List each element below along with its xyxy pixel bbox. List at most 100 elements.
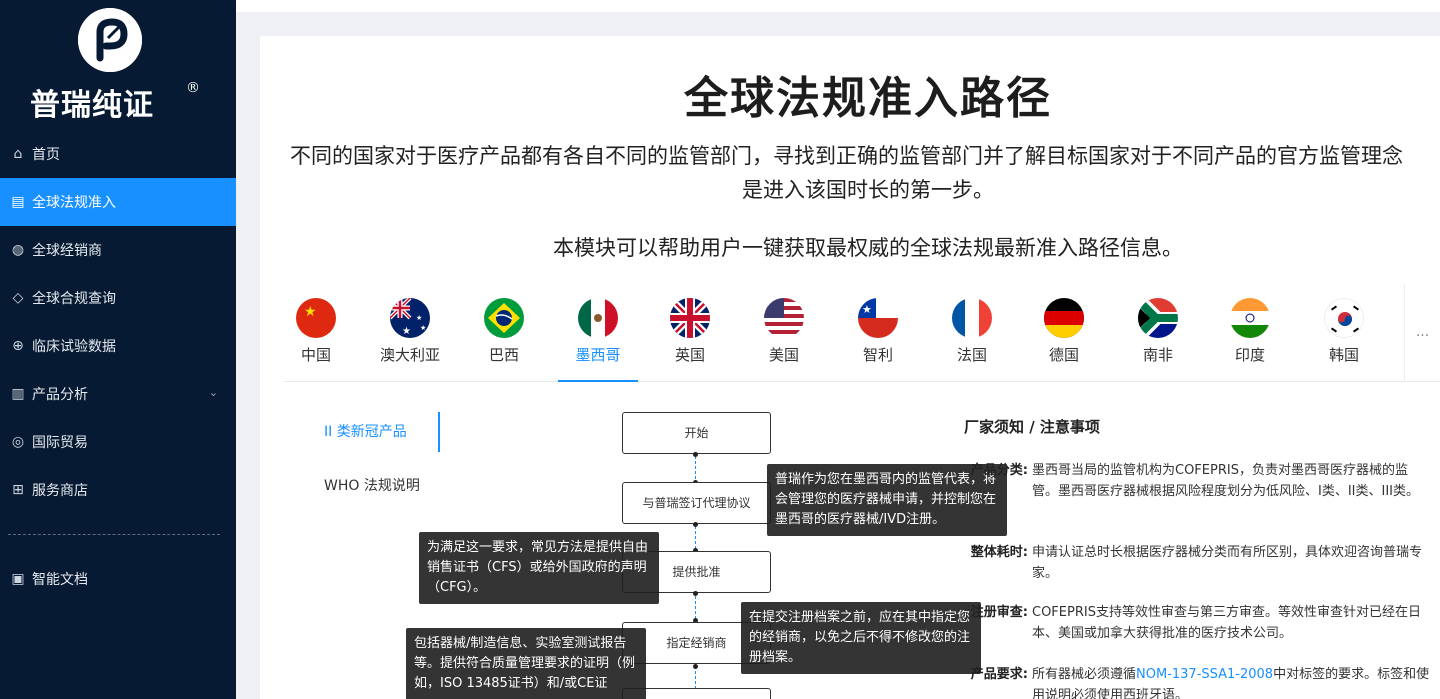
sidebar-item-trade[interactable]: ◎ 国际贸易 xyxy=(0,418,236,466)
country-name: 中国 xyxy=(300,346,331,364)
brazil-flag-icon xyxy=(484,298,524,338)
brand-name: 普瑞纯证 xyxy=(30,88,154,123)
page-description-line2: 是进入该国时长的第一步。 xyxy=(742,178,994,202)
france-flag-icon xyxy=(952,298,992,338)
tooltip-distributor: 在提交注册档案之前，应在其中指定您的经销商，以免之后不得不修改您的注册档案。 xyxy=(741,602,981,674)
sidebar-item-label: 全球合规查询 xyxy=(32,291,116,307)
sidebar-item-label: 临床试验数据 xyxy=(32,339,116,355)
top-bar xyxy=(236,0,1440,12)
sidebar-item-product-analysis[interactable]: ▥ 产品分析 ⌄ xyxy=(0,370,236,418)
tooltip-approval: 为满足这一要求，常见方法是提供自由销售证书（CFS）或给外国政府的声明（CFG）… xyxy=(419,532,659,604)
svg-text:★: ★ xyxy=(416,314,422,322)
australia-flag-icon: ★ ★ ★ xyxy=(390,298,430,338)
chart-icon: ▥ xyxy=(11,386,25,402)
brand-logo[interactable]: 普瑞纯证 ® xyxy=(30,8,210,123)
country-tab-chile[interactable]: ★ 智利 xyxy=(838,298,918,382)
chevron-down-icon: ⌄ xyxy=(208,386,218,399)
sidebar-item-clinical[interactable]: ⊕ 临床试验数据 xyxy=(0,322,236,370)
submenu-item-covid[interactable]: II 类新冠产品 xyxy=(290,412,440,452)
grid-icon: ⊞ xyxy=(12,482,24,498)
sidebar-divider xyxy=(8,534,220,535)
sidebar-item-global-regulation[interactable]: ▤ 全球法规准入 xyxy=(0,178,236,226)
flow-step-start[interactable]: 开始 xyxy=(622,412,771,454)
sidebar-item-label: 产品分析 xyxy=(32,387,88,403)
country-name: 英国 xyxy=(674,346,705,364)
country-tab-india[interactable]: 印度 xyxy=(1210,298,1290,382)
country-name: 美国 xyxy=(768,346,799,364)
country-tab-brazil[interactable]: 巴西 xyxy=(464,298,544,382)
note-text: 所有器械必须遵循NOM-137-SSA1-2008中对标签的要求。标签和使用说明… xyxy=(1032,664,1432,699)
country-name: 南非 xyxy=(1142,346,1173,364)
country-tab-usa[interactable]: 美国 xyxy=(744,298,824,382)
tooltip-dossier: 包括器械/制造信息、实验室测试报告等。提供符合质量管理要求的证明（例如，ISO … xyxy=(406,628,646,699)
submenu-item-who[interactable]: WHO 法规说明 xyxy=(290,466,440,506)
svg-text:★: ★ xyxy=(402,326,411,337)
shield-icon: ◇ xyxy=(12,290,24,306)
flow-step-agreement[interactable]: 与普瑞签订代理协议 xyxy=(622,482,771,524)
usa-flag-icon xyxy=(764,298,804,338)
note-label: 注册审查: xyxy=(970,605,1028,620)
sidebar-item-distributors[interactable]: ◍ 全球经销商 xyxy=(0,226,236,274)
page-description-line3: 本模块可以帮助用户一键获取最权威的全球法规最新准入路径信息。 xyxy=(553,236,1183,260)
sidebar-item-home[interactable]: ⌂ 首页 xyxy=(0,130,236,178)
uk-flag-icon xyxy=(670,298,710,338)
regulation-icon: ▤ xyxy=(11,194,25,210)
clinical-icon: ⊕ xyxy=(12,338,24,354)
flow-dot xyxy=(693,591,698,596)
sidebar-item-label: 服务商店 xyxy=(32,483,88,499)
country-tab-france[interactable]: 法国 xyxy=(932,298,1012,382)
country-name: 智利 xyxy=(862,346,893,364)
more-countries-button[interactable]: ... xyxy=(1404,284,1440,382)
india-flag-icon xyxy=(1230,298,1270,338)
main-card: 全球法规准入路径 不同的国家对于医疗产品都有各自不同的监管部门，寻找到正确的监管… xyxy=(260,36,1440,699)
country-name: 印度 xyxy=(1234,346,1265,364)
note-text: 墨西哥当局的监管机构为COFEPRIS，负责对墨西哥医疗器械的监管。墨西哥医疗器… xyxy=(1032,463,1420,499)
germany-flag-icon xyxy=(1044,298,1084,338)
note-label: 产品分类: xyxy=(970,463,1028,478)
note-duration: 整体耗时: 申请认证总时长根据医疗器械分类而有所区别，具体欢迎咨询普瑞专家。 xyxy=(952,542,1432,584)
sidebar-item-smart-docs[interactable]: ▣ 智能文档 xyxy=(0,555,236,603)
mexico-flag-icon xyxy=(578,298,618,338)
flow-dot xyxy=(693,664,698,669)
korea-flag-icon xyxy=(1324,298,1364,338)
document-icon: ▣ xyxy=(11,571,25,587)
note-text: 申请认证总时长根据医疗器械分类而有所区别，具体欢迎咨询普瑞专家。 xyxy=(1032,545,1423,581)
sidebar-item-label: 首页 xyxy=(32,147,60,163)
page-title: 全球法规准入路径 xyxy=(684,73,1052,124)
regulation-submenu: II 类新冠产品 WHO 法规说明 xyxy=(290,412,440,520)
china-flag-icon: ★ xyxy=(296,298,336,338)
logo-icon xyxy=(78,8,142,72)
sidebar-item-label: 国际贸易 xyxy=(32,435,88,451)
country-tabs: ★ 中国 ★ ★ ★ 澳大利亚 巴西 墨西哥 英国 美国 ★ 智利 法国 德国 … xyxy=(284,284,1440,382)
country-name: 德国 xyxy=(1048,346,1079,364)
country-name: 澳大利亚 xyxy=(379,346,440,364)
trade-icon: ◎ xyxy=(11,434,25,450)
note-classification: 产品分类: 墨西哥当局的监管机构为COFEPRIS，负责对墨西哥医疗器械的监管。… xyxy=(952,460,1432,502)
note-label: 产品要求: xyxy=(970,667,1028,682)
note-text-pre: 所有器械必须遵循 xyxy=(1032,667,1137,682)
country-tab-uk[interactable]: 英国 xyxy=(650,298,730,382)
country-name: 韩国 xyxy=(1328,346,1359,364)
south-africa-flag-icon xyxy=(1138,298,1178,338)
chile-flag-icon: ★ xyxy=(858,298,898,338)
sidebar-item-compliance[interactable]: ◇ 全球合规查询 xyxy=(0,274,236,322)
registered-mark: ® xyxy=(186,80,200,96)
country-tab-australia[interactable]: ★ ★ ★ 澳大利亚 xyxy=(370,298,450,382)
country-tab-south-africa[interactable]: 南非 xyxy=(1118,298,1198,382)
country-tab-china[interactable]: ★ 中国 xyxy=(276,298,356,382)
note-text: COFEPRIS支持等效性审查与第三方审查。等效性审查针对已经在日本、美国或加拿… xyxy=(1032,605,1421,641)
sidebar-nav: ⌂ 首页 ▤ 全球法规准入 ◍ 全球经销商 ◇ 全球合规查询 ⊕ 临床试验数据 … xyxy=(0,130,236,603)
note-label: 整体耗时: xyxy=(970,545,1028,560)
flow-dot xyxy=(693,452,698,457)
sidebar-item-store[interactable]: ⊞ 服务商店 xyxy=(0,466,236,514)
note-requirements: 产品要求: 所有器械必须遵循NOM-137-SSA1-2008中对标签的要求。标… xyxy=(952,664,1432,699)
country-name: 法国 xyxy=(956,346,987,364)
country-tab-germany[interactable]: 德国 xyxy=(1024,298,1104,382)
svg-text:★: ★ xyxy=(420,324,426,332)
country-name: 巴西 xyxy=(488,346,519,364)
standard-link[interactable]: NOM-137-SSA1-2008 xyxy=(1136,667,1273,682)
country-tab-mexico[interactable]: 墨西哥 xyxy=(558,298,638,382)
globe-icon: ◍ xyxy=(11,242,25,258)
country-tab-korea[interactable]: 韩国 xyxy=(1304,298,1384,382)
sidebar-item-label: 智能文档 xyxy=(32,572,88,588)
